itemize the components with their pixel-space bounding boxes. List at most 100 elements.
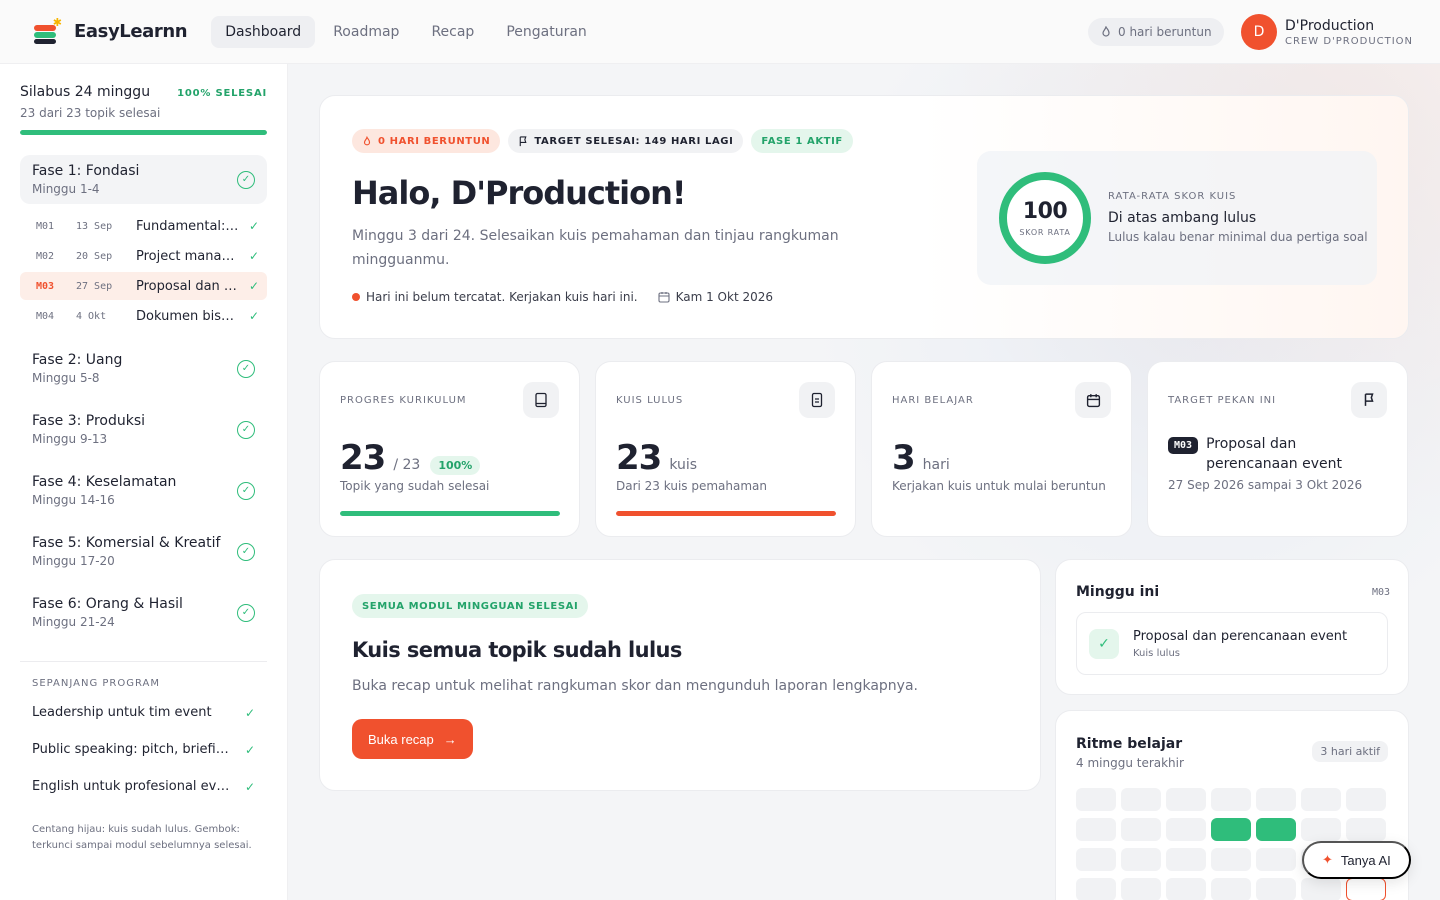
- target-chip: TARGET SELESAI: 149 HARI LAGI: [508, 129, 744, 153]
- check-circle-icon: ✓: [237, 170, 255, 189]
- syllabus-subtitle: 23 dari 23 topik selesai: [20, 106, 161, 120]
- stat-value: 3: [892, 438, 916, 478]
- phase-name: Fase 6: Orang & Hasil: [32, 596, 183, 612]
- activity-cell: [1211, 848, 1251, 871]
- activity-cell: [1256, 848, 1296, 871]
- module-row-m02[interactable]: M02 20 Sep Project manag... ✓: [20, 242, 267, 270]
- program-item[interactable]: Public speaking: pitch, briefing,... ✓: [20, 732, 267, 767]
- module-row-m01[interactable]: M01 13 Sep Fundamental: ... ✓: [20, 212, 267, 240]
- check-icon: ✓: [248, 279, 259, 293]
- streak-badge: 0 hari beruntun: [1088, 18, 1224, 46]
- phase-6[interactable]: Fase 6: Orang & Hasil Minggu 21-24 ✓: [20, 588, 267, 637]
- stat-unit: / 23: [393, 457, 421, 473]
- phase-name: Fase 2: Uang: [32, 352, 123, 368]
- activity-cell: [1301, 878, 1341, 900]
- greeting-desc: Minggu 3 dari 24. Selesaikan kuis pemaha…: [352, 228, 839, 268]
- score-caption: RATA-RATA SKOR KUIS: [1108, 191, 1237, 202]
- program-item-label: English untuk profesional event: [32, 779, 232, 794]
- hero-card: 0 HARI BERUNTUN TARGET SELESAI: 149 HARI…: [319, 95, 1409, 339]
- phase-weeks: Minggu 14-16: [32, 493, 115, 507]
- avatar: D: [1241, 14, 1277, 50]
- check-icon: ✓: [248, 219, 259, 233]
- open-recap-button[interactable]: Buka recap →: [352, 719, 473, 759]
- open-recap-label: Buka recap: [368, 731, 434, 747]
- stat-caption: KUIS LULUS: [616, 395, 684, 406]
- streak-chip: 0 HARI BERUNTUN: [352, 129, 501, 153]
- main-nav: Dashboard Roadmap Recap Pengaturan: [211, 15, 601, 48]
- legend-note: Centang hijau: kuis sudah lulus. Gembok:…: [32, 824, 252, 851]
- activity-cell: [1346, 788, 1386, 811]
- module-date: 27 Sep: [76, 280, 113, 292]
- phase-name: Fase 3: Produksi: [32, 413, 146, 429]
- phase-3[interactable]: Fase 3: Produksi Minggu 9-13 ✓: [20, 405, 267, 454]
- this-week-module-title: Proposal dan perencanaan event: [1133, 628, 1348, 644]
- sidebar-divider: [20, 661, 267, 662]
- syllabus-title: Silabus 24 minggu: [20, 84, 151, 100]
- check-icon: ✓: [244, 779, 255, 794]
- phase-5[interactable]: Fase 5: Komersial & Kreatif Minggu 17-20…: [20, 527, 267, 576]
- user-menu[interactable]: D D'Production CREW D'PRODUCTION: [1241, 14, 1413, 50]
- activity-cell-active: [1256, 818, 1296, 841]
- all-done-chip: SEMUA MODUL MINGGUAN SELESAI: [352, 594, 589, 618]
- flame-icon: [363, 135, 371, 145]
- this-week-module[interactable]: ✓ Proposal dan perencanaan event Kuis lu…: [1076, 612, 1388, 675]
- module-title: Proposal dan p...: [136, 278, 241, 294]
- module-row-m03[interactable]: M03 27 Sep Proposal dan p... ✓: [20, 272, 267, 300]
- nav-pengaturan[interactable]: Pengaturan: [492, 16, 600, 48]
- syllabus-progress-bar: [20, 130, 267, 135]
- nav-recap[interactable]: Recap: [417, 16, 488, 48]
- score-ring-label: SKOR RATA: [1019, 228, 1071, 237]
- phase-name: Fase 4: Keselamatan: [32, 474, 177, 490]
- nav-roadmap[interactable]: Roadmap: [319, 16, 413, 48]
- score-value: 100: [1022, 199, 1068, 224]
- today-status: Hari ini belum tercatat. Kerjakan kuis h…: [352, 290, 773, 304]
- check-circle-icon: ✓: [237, 603, 255, 622]
- phase-weeks: Minggu 17-20: [32, 554, 115, 568]
- user-name: D'Production: [1285, 17, 1375, 34]
- all-done-title: Kuis semua topik sudah lulus: [352, 638, 682, 662]
- stat-subtext: Kerjakan kuis untuk mulai beruntun: [892, 479, 1106, 493]
- phase-chip: FASE 1 AKTIF: [751, 129, 853, 153]
- module-title: Dokumen bisni...: [136, 308, 241, 324]
- activity-cell: [1211, 788, 1251, 811]
- stat-subtext: Topik yang sudah selesai: [340, 479, 490, 493]
- program-item[interactable]: Leadership untuk tim event ✓: [20, 695, 267, 730]
- check-circle-icon: ✓: [237, 542, 255, 561]
- module-row-m04[interactable]: M04 4 Okt Dokumen bisni... ✓: [20, 302, 267, 330]
- program-item[interactable]: English untuk profesional event ✓: [20, 769, 267, 804]
- stat-value: 23: [616, 438, 662, 478]
- check-circle-icon: ✓: [237, 420, 255, 439]
- activity-cell: [1076, 818, 1116, 841]
- streak-chip-label: 0 HARI BERUNTUN: [378, 135, 491, 147]
- module-code: M04: [36, 310, 55, 322]
- phase-2[interactable]: Fase 2: Uang Minggu 5-8 ✓: [20, 344, 267, 393]
- program-item-label: Leadership untuk tim event: [32, 705, 212, 720]
- phase-1[interactable]: Fase 1: Fondasi Minggu 1-4 ✓: [20, 155, 267, 204]
- stat-card-days: HARI BELAJAR 3 hari Kerjakan kuis untuk …: [871, 361, 1132, 537]
- ask-ai-button[interactable]: ✦ Tanya AI: [1302, 841, 1411, 879]
- all-done-card: SEMUA MODUL MINGGUAN SELESAI Kuis semua …: [319, 559, 1041, 791]
- nav-dashboard[interactable]: Dashboard: [211, 15, 316, 48]
- activity-cell: [1076, 848, 1116, 871]
- all-done-desc: Buka recap untuk melihat rangkuman skor …: [352, 678, 918, 694]
- activity-cell: [1121, 848, 1161, 871]
- phase-4[interactable]: Fase 4: Keselamatan Minggu 14-16 ✓: [20, 466, 267, 515]
- phase-weeks: Minggu 21-24: [32, 615, 115, 629]
- phase-weeks: Minggu 9-13: [32, 432, 108, 446]
- top-bar: ✱ EasyLearnn Dashboard Roadmap Recap Pen…: [0, 0, 1440, 64]
- brand-logo[interactable]: ✱ EasyLearnn: [32, 17, 188, 47]
- target-title: Proposal dan perencanaan event: [1206, 436, 1343, 472]
- today-date: Kam 1 Okt 2026: [675, 290, 774, 304]
- stat-subtext: Dari 23 kuis pemahaman: [616, 479, 767, 493]
- activity-cell: [1076, 788, 1116, 811]
- phase-weeks: Minggu 5-8: [32, 371, 100, 385]
- stat-caption: TARGET PEKAN INI: [1168, 395, 1277, 406]
- streak-text: 0 hari beruntun: [1118, 25, 1212, 39]
- stat-caption: PROGRES KURIKULUM: [340, 395, 467, 406]
- rhythm-title: Ritme belajar: [1076, 736, 1183, 752]
- stat-card-target: TARGET PEKAN INI M03 Proposal dan perenc…: [1147, 361, 1408, 537]
- flag-icon: [1351, 382, 1387, 418]
- check-icon: ✓: [1089, 628, 1119, 659]
- score-heading: Di atas ambang lulus: [1108, 210, 1257, 226]
- score-ring: 100 SKOR RATA: [999, 172, 1091, 264]
